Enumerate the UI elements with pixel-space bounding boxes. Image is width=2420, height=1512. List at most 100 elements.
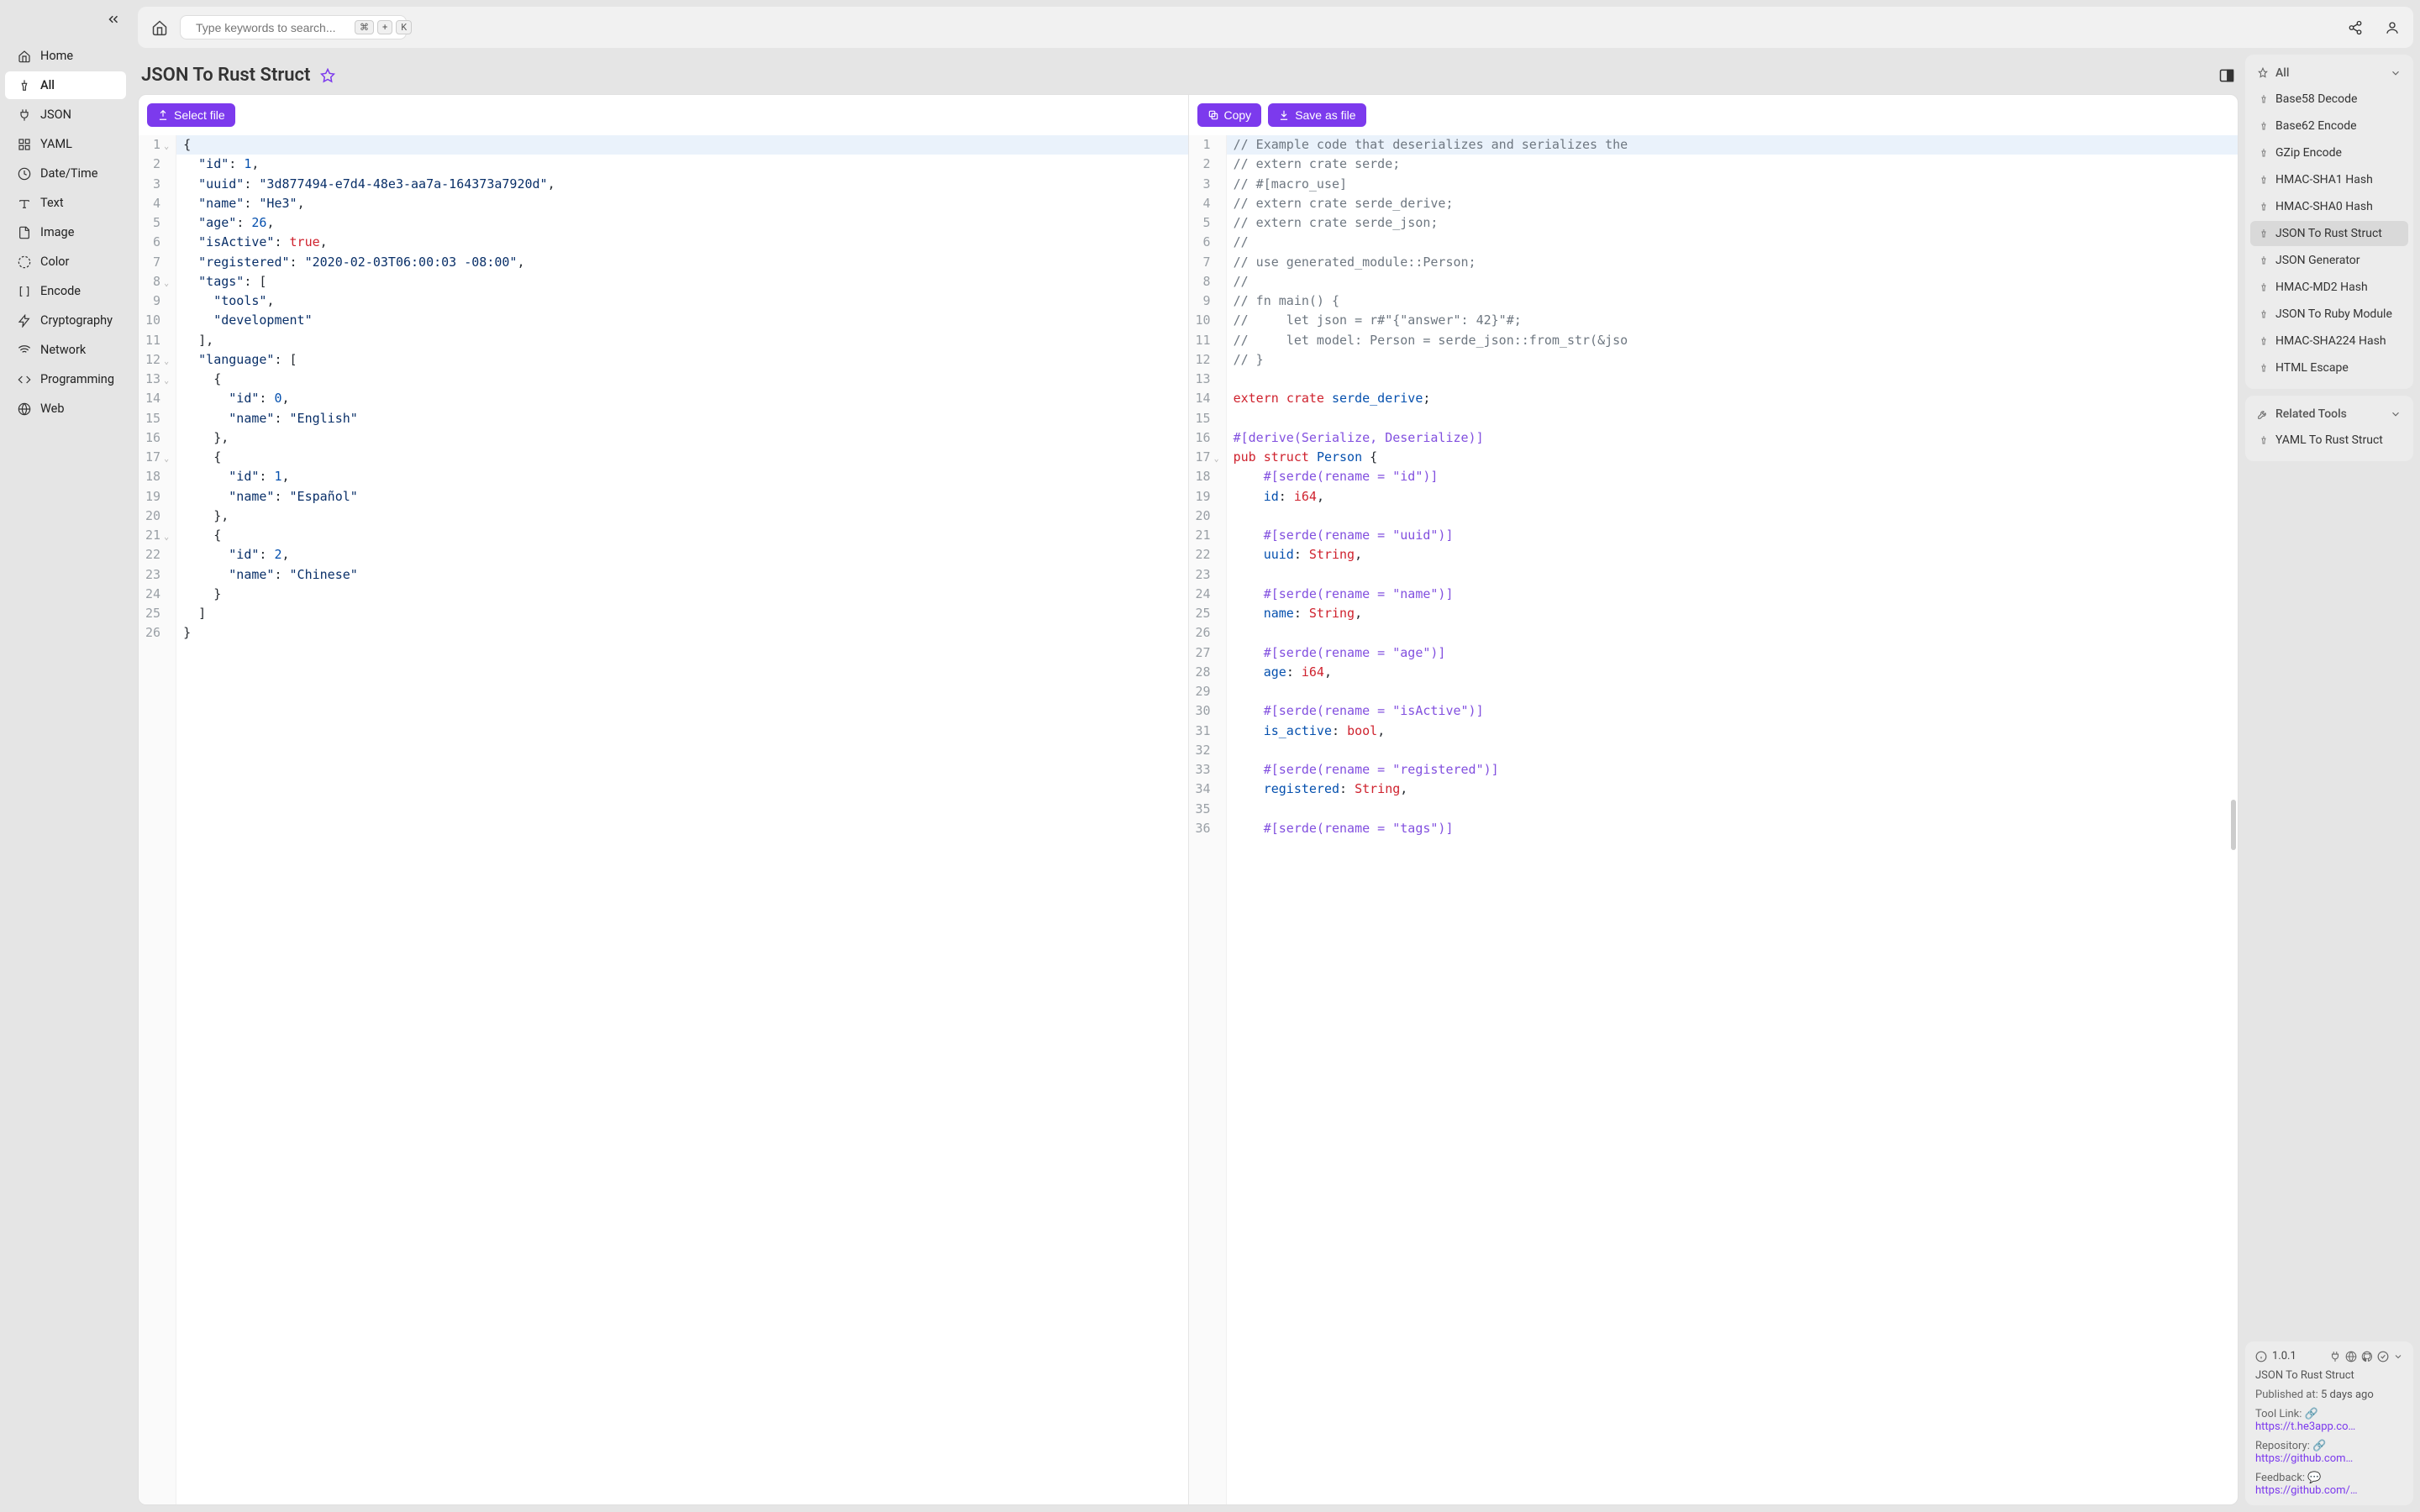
related-tools-header[interactable]: Related Tools xyxy=(2249,401,2410,428)
tool-item[interactable]: JSON To Ruby Module xyxy=(2250,302,2408,327)
sidebar-item-home[interactable]: Home xyxy=(5,42,126,70)
info-repository[interactable]: Repository: 🔗 https://github.com… xyxy=(2255,1440,2403,1465)
tools-filter-dropdown[interactable]: All xyxy=(2249,60,2410,87)
share-button[interactable] xyxy=(2348,20,2363,35)
plug-icon[interactable] xyxy=(2329,1351,2341,1362)
file-icon xyxy=(17,226,32,239)
tool-item[interactable]: HMAC-SHA0 Hash xyxy=(2250,194,2408,219)
info-title: JSON To Rust Struct xyxy=(2255,1369,2403,1382)
chevron-down-icon[interactable] xyxy=(2393,1352,2403,1362)
sidebar-item-web[interactable]: Web xyxy=(5,395,126,423)
sidebar-item-text[interactable]: Text xyxy=(5,189,126,217)
sidebar-item-date-time[interactable]: Date/Time xyxy=(5,160,126,187)
favorite-button[interactable] xyxy=(320,68,335,83)
download-icon xyxy=(1278,109,1290,121)
sidebar-item-all[interactable]: All xyxy=(5,71,126,99)
tool-item[interactable]: JSON Generator xyxy=(2250,248,2408,273)
copy-button[interactable]: Copy xyxy=(1197,103,1262,127)
tool-item-label: Base62 Encode xyxy=(2275,119,2357,133)
input-code-area[interactable]: 1⌄2 3 4 5 6 7 8⌄9 10 11 12⌄13⌄14 15 16 1… xyxy=(139,135,1188,1504)
output-code-area[interactable]: 1 2 3 4 5 6 7 8 9 10 11 12 13 14 15 16 1… xyxy=(1189,135,2238,1504)
tool-item-label: HMAC-SHA224 Hash xyxy=(2275,334,2386,348)
clock-icon xyxy=(17,167,32,181)
sidebar-item-label: Image xyxy=(40,225,74,239)
pin-icon xyxy=(17,79,32,92)
scrollbar[interactable] xyxy=(2231,800,2236,850)
save-as-file-button[interactable]: Save as file xyxy=(1268,103,1365,127)
sidebar-item-label: Web xyxy=(40,402,64,416)
globe-icon[interactable] xyxy=(2345,1351,2357,1362)
pin-icon xyxy=(2259,363,2269,373)
pin-icon xyxy=(2259,282,2269,292)
sidebar-item-label: All xyxy=(40,78,55,92)
bolt-icon xyxy=(17,314,32,328)
pin-icon xyxy=(2259,148,2269,158)
collapse-sidebar-button[interactable] xyxy=(106,12,121,27)
sidebar-item-label: Home xyxy=(40,49,73,63)
sidebar-item-label: JSON xyxy=(40,108,71,122)
home-icon xyxy=(17,50,32,63)
tool-item[interactable]: Base58 Decode xyxy=(2250,87,2408,112)
pin-icon xyxy=(2259,202,2269,212)
github-icon[interactable] xyxy=(2361,1351,2373,1362)
sidebar-item-image[interactable]: Image xyxy=(5,218,126,246)
output-editor: Copy Save as file 1 2 3 4 5 6 7 8 9 10 1… xyxy=(1188,95,2238,1504)
pin-icon xyxy=(2259,175,2269,185)
circle-dash-icon xyxy=(17,255,32,269)
sidebar-item-yaml[interactable]: YAML xyxy=(5,130,126,158)
page-title: JSON To Rust Struct xyxy=(141,65,310,86)
tool-item-label: GZip Encode xyxy=(2275,146,2342,160)
search-shortcut: ⌘+K xyxy=(355,20,412,34)
chevron-down-icon xyxy=(2390,408,2402,420)
tool-item[interactable]: HMAC-MD2 Hash xyxy=(2250,275,2408,300)
tool-item-label: JSON To Ruby Module xyxy=(2275,307,2392,321)
user-button[interactable] xyxy=(2385,20,2400,35)
info-panel: 1.0.1 JSON To Rust Struct Published at: … xyxy=(2245,1341,2413,1505)
sidebar-item-programming[interactable]: Programming xyxy=(5,365,126,393)
version-label: 1.0.1 xyxy=(2272,1350,2296,1362)
pin-icon xyxy=(2259,336,2269,346)
tool-item-label: HMAC-SHA1 Hash xyxy=(2275,173,2373,186)
tool-item[interactable]: JSON To Rust Struct xyxy=(2250,221,2408,246)
info-feedback[interactable]: Feedback: 💬 https://github.com/… xyxy=(2255,1472,2403,1497)
sidebar-item-json[interactable]: JSON xyxy=(5,101,126,129)
panel-toggle-button[interactable] xyxy=(2218,67,2235,84)
tool-item-label: YAML To Rust Struct xyxy=(2275,433,2383,447)
pin-icon xyxy=(2259,309,2269,319)
sidebar-item-encode[interactable]: Encode xyxy=(5,277,126,305)
pin-icon xyxy=(2259,435,2269,445)
pin-icon xyxy=(2259,121,2269,131)
tool-item[interactable]: HTML Escape xyxy=(2250,355,2408,381)
tool-item-label: HTML Escape xyxy=(2275,361,2349,375)
plug-icon xyxy=(17,108,32,122)
tool-item[interactable]: HMAC-SHA1 Hash xyxy=(2250,167,2408,192)
pin-icon xyxy=(2259,228,2269,239)
nav-list: Home All JSON YAML Date/Time Text Image Color En… xyxy=(0,42,131,423)
code-icon xyxy=(17,373,32,386)
tool-item[interactable]: Base62 Encode xyxy=(2250,113,2408,139)
sidebar-item-label: Date/Time xyxy=(40,166,97,181)
sidebar-item-color[interactable]: Color xyxy=(5,248,126,276)
tool-item[interactable]: HMAC-SHA224 Hash xyxy=(2250,328,2408,354)
tool-item[interactable]: YAML To Rust Struct xyxy=(2250,428,2408,453)
sidebar-item-network[interactable]: Network xyxy=(5,336,126,364)
search-box[interactable]: ⌘+K xyxy=(180,15,407,39)
sidebar-item-cryptography[interactable]: Cryptography xyxy=(5,307,126,334)
tool-item[interactable]: GZip Encode xyxy=(2250,140,2408,165)
info-tool-link[interactable]: Tool Link: 🔗 https://t.he3app.co… xyxy=(2255,1408,2403,1433)
sidebar-item-label: Cryptography xyxy=(40,313,113,328)
pin-icon xyxy=(2259,255,2269,265)
check-circle-icon[interactable] xyxy=(2377,1351,2389,1362)
text-icon xyxy=(17,197,32,210)
home-button[interactable] xyxy=(151,19,168,36)
sidebar-item-label: Encode xyxy=(40,284,81,298)
globe-icon xyxy=(17,402,32,416)
page-header: JSON To Rust Struct xyxy=(138,55,2238,94)
pin-icon xyxy=(2257,67,2269,79)
copy-icon xyxy=(1207,109,1219,121)
wrench-icon xyxy=(2257,408,2269,420)
related-tools-panel: Related Tools YAML To Rust Struct xyxy=(2245,396,2413,461)
tool-item-label: HMAC-SHA0 Hash xyxy=(2275,200,2373,213)
select-file-button[interactable]: Select file xyxy=(147,103,235,127)
search-input[interactable] xyxy=(196,21,348,34)
